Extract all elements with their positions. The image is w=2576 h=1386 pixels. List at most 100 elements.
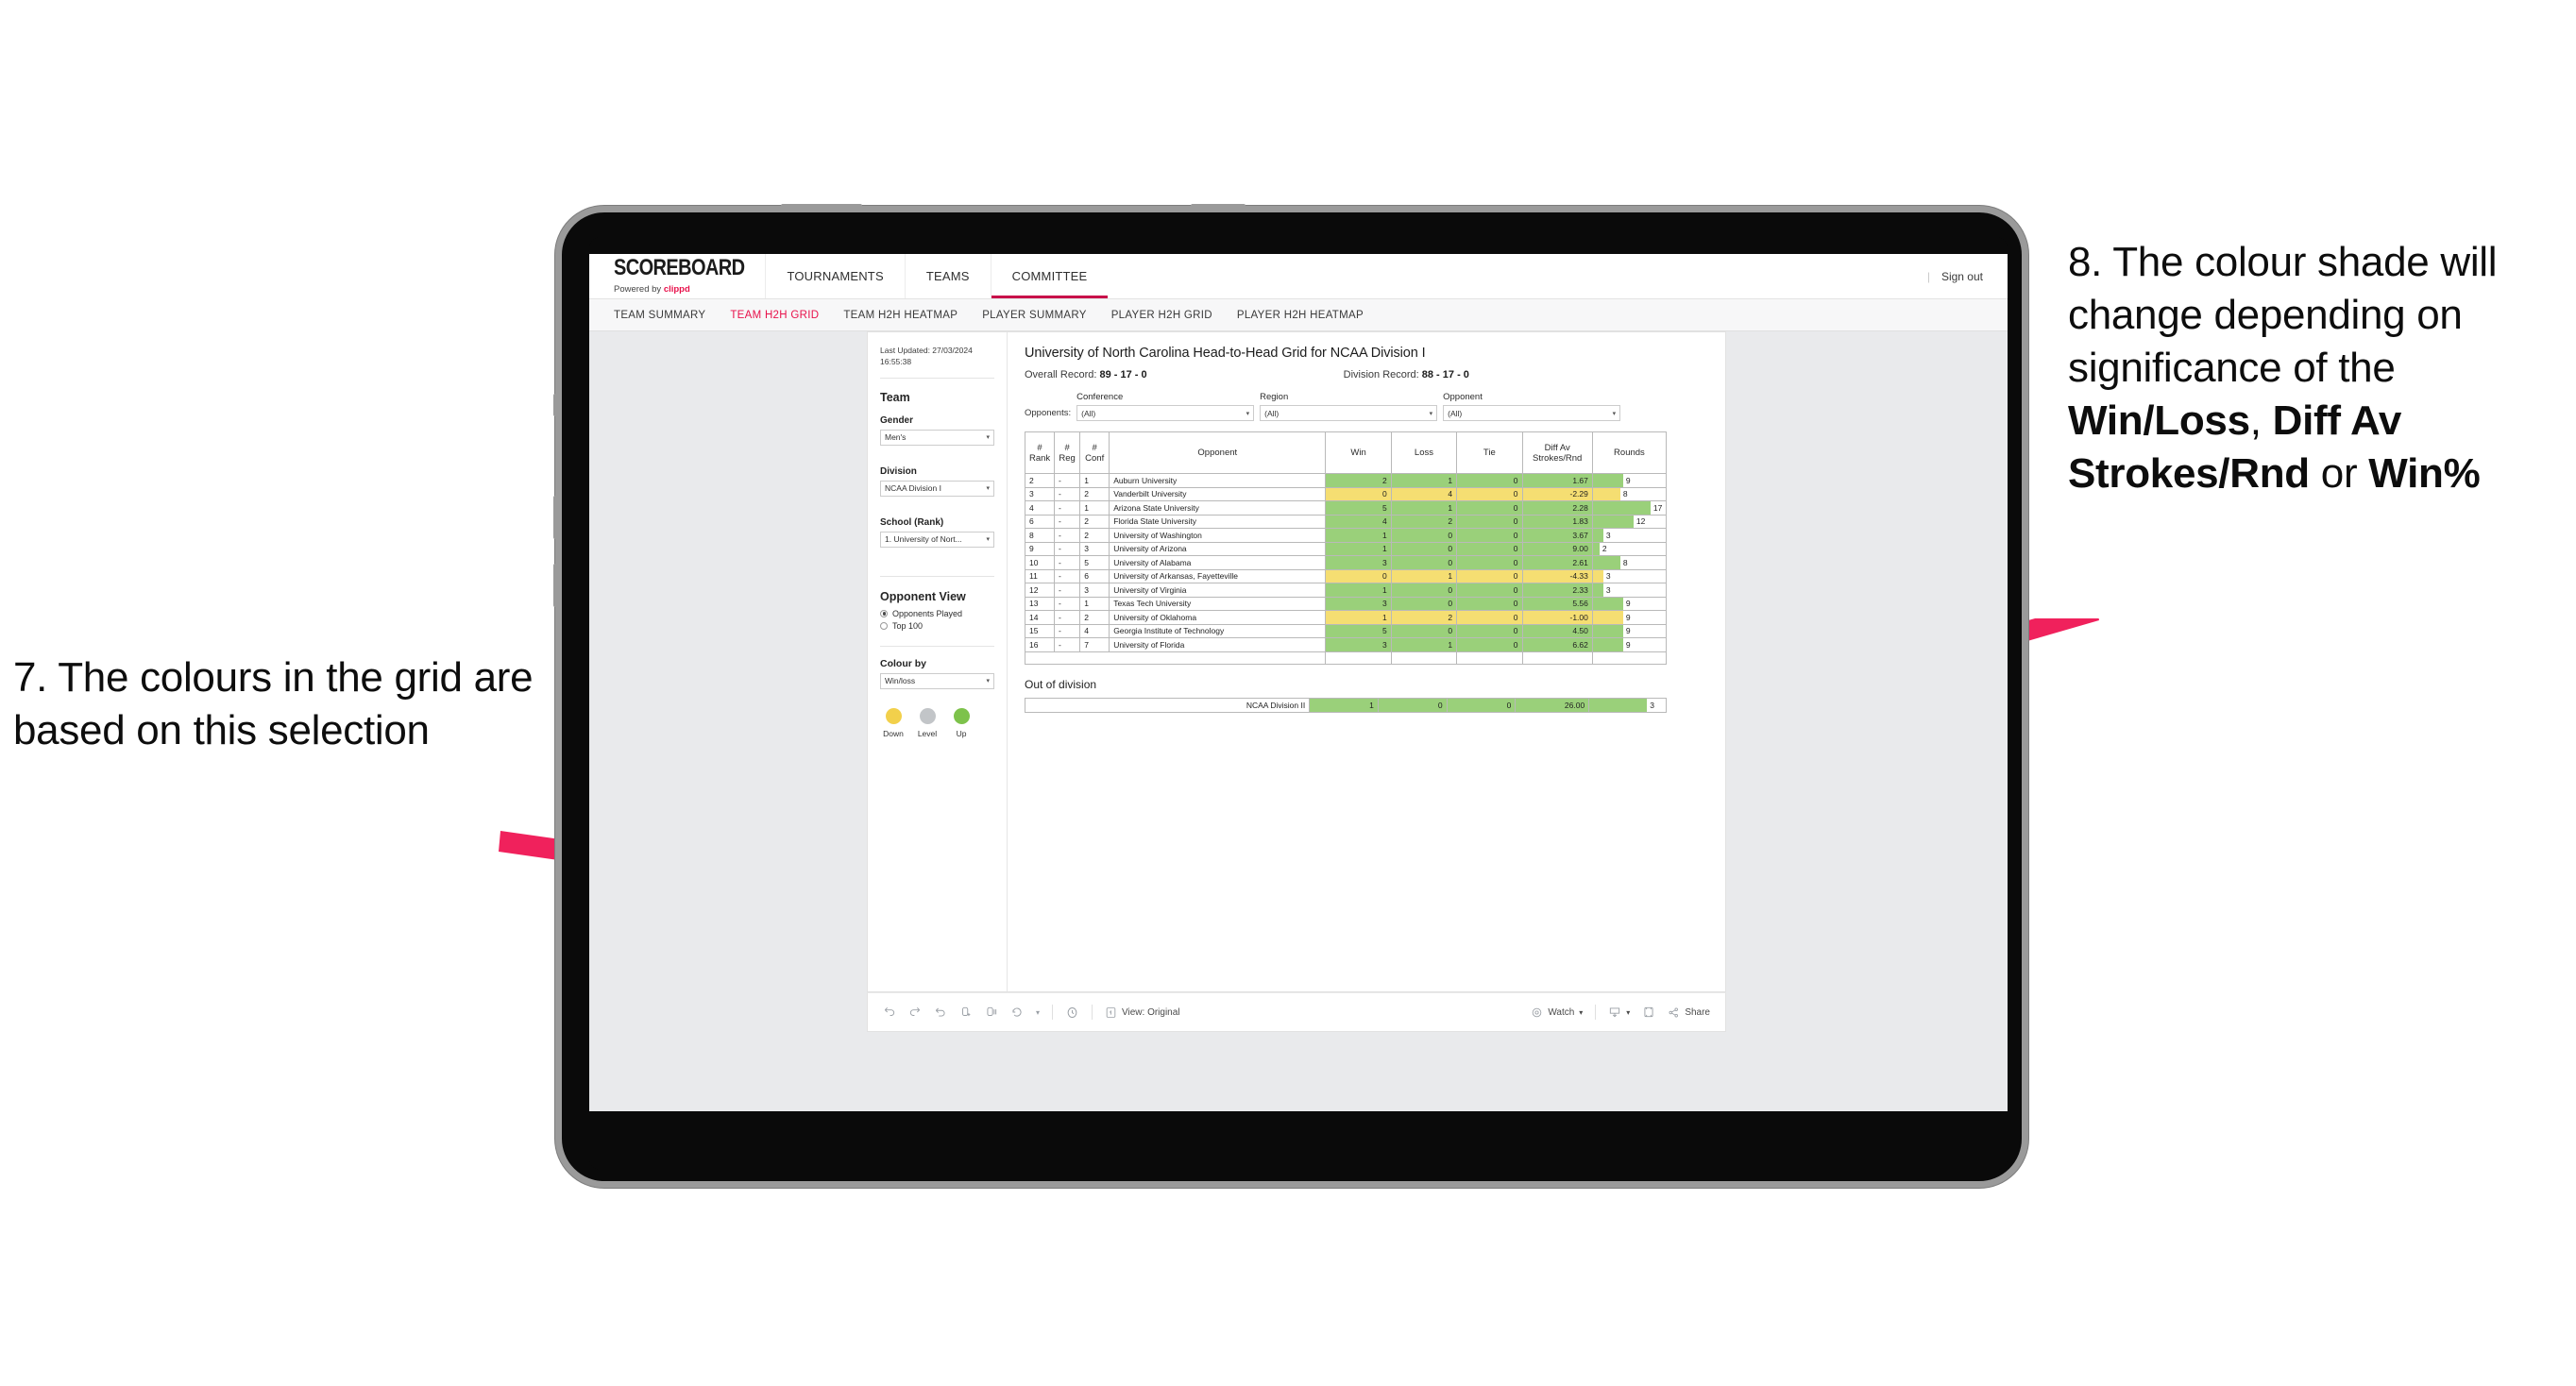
table-row[interactable]: 10-5 University of Alabama 3 0 0 2.61 8 [1025,555,1668,570]
rounds-bar [1592,501,1651,515]
volume-down-button[interactable] [553,564,561,607]
cell-conf: 1 [1079,596,1110,611]
clock-icon[interactable] [1065,1006,1079,1020]
overall-record-value: 89 - 17 - 0 [1099,369,1147,380]
rounds-bar [1592,624,1623,637]
colour-by-select[interactable]: Win/loss ▾ [880,672,994,689]
radio-top-100[interactable]: Top 100 [880,621,994,631]
last-updated-text: Last Updated: 27/03/2024 16:55:38 [880,346,973,366]
cell-diff: 5.56 [1521,596,1593,611]
header-right: | Sign out [1927,254,2008,298]
table-row[interactable]: 12-3 University of Virginia 1 0 0 2.33 3 [1025,583,1668,598]
opponent-filters-row: Opponents: Conference (All) ▾ Region (Al… [1025,392,1710,421]
view-original-label: View: Original [1122,1006,1180,1018]
table-row[interactable]: 2-1 Auburn University 2 1 0 1.67 9 [1025,473,1668,488]
cell-rounds: 3 [1591,583,1668,598]
cell-reg: - [1053,637,1081,652]
subnav-team-h2h-heatmap[interactable]: TEAM H2H HEATMAP [843,310,958,321]
watch-button[interactable]: Watch ▾ [1531,1006,1583,1019]
cell-diff: -1.00 [1521,610,1593,625]
cell-win: 0 [1325,486,1392,501]
visualization-card: Last Updated: 27/03/2024 16:55:38 Team G… [867,331,1726,992]
view-original-button[interactable]: View: Original [1105,1006,1180,1019]
cell-loss: 0 [1390,623,1458,638]
header-divider: | [1926,269,1930,283]
cell-conf: 3 [1079,583,1110,598]
tablet-device-frame: SCOREBOARD Powered by clippd TOURNAMENTS… [553,204,2028,1188]
side-button-1[interactable] [553,394,561,416]
cell-conf: 2 [1079,514,1110,529]
cell-diff: 2.33 [1521,583,1593,598]
annotation-8-bold-winloss: Win/Loss [2068,397,2250,444]
fullscreen-icon[interactable] [1642,1006,1655,1019]
cell-loss: 0 [1390,583,1458,598]
cell-win: 1 [1325,610,1392,625]
conference-select[interactable]: (All) ▾ [1076,405,1255,421]
redo-icon[interactable] [908,1006,922,1019]
volume-up-button[interactable] [553,496,561,539]
spacer-win [1325,651,1392,665]
cell-loss: 4 [1390,486,1458,501]
cell-diff: -4.33 [1521,568,1593,583]
viz-title: University of North Carolina Head-to-Hea… [1025,346,1426,361]
region-value: (All) [1264,408,1280,418]
table-header-row: # Rank # Reg # Conf Opponent Win Loss Tie D… [1025,431,1668,474]
table-row[interactable]: 14-2 University of Oklahoma 1 2 0 -1.00 9 [1025,610,1668,625]
conference-value: (All) [1081,408,1096,418]
cell-rank: 15 [1025,623,1055,638]
table-row[interactable]: 11-6 University of Arkansas, Fayetteville… [1025,568,1668,583]
subnav-team-summary[interactable]: TEAM SUMMARY [614,310,705,321]
top-button[interactable] [1191,204,1246,211]
region-select[interactable]: (All) ▾ [1260,405,1438,421]
nav-tournaments[interactable]: TOURNAMENTS [765,254,904,298]
toolbar-divider-1 [1052,1005,1054,1020]
share-button[interactable]: Share [1668,1006,1710,1019]
subnav-team-h2h-grid[interactable]: TEAM H2H GRID [730,310,819,321]
chevron-down-icon: ▾ [1626,1007,1631,1017]
nav-teams[interactable]: TEAMS [904,254,991,298]
gender-select[interactable]: Men's ▾ [880,429,994,446]
undo-icon[interactable] [883,1006,896,1019]
colour-by-label: Colour by [880,657,926,669]
zoom-icon[interactable] [1010,1006,1024,1019]
table-row[interactable]: 9-3 University of Arizona 1 0 0 9.00 2 [1025,541,1668,556]
cell-loss: 0 [1390,555,1458,570]
table-row[interactable]: 8-2 University of Washington 1 0 0 3.67 3 [1025,528,1668,543]
opponent-select[interactable]: (All) ▾ [1443,405,1621,421]
table-row[interactable]: 15-4 Georgia Institute of Technology 5 0 0 4.… [1025,623,1668,638]
table-row[interactable]: 3-2 Vanderbilt University 0 4 0 -2.29 8 [1025,486,1668,501]
refresh-icon[interactable] [959,1006,973,1019]
cell-rounds: 17 [1591,500,1668,516]
cell-rank: 3 [1025,486,1055,501]
nav-committee[interactable]: COMMITTEE [990,254,1109,298]
division-select[interactable]: NCAA Division I ▾ [880,480,994,497]
subnav-player-h2h-grid[interactable]: PLAYER H2H GRID [1111,310,1212,321]
school-select[interactable]: 1. University of Nort... ▾ [880,531,994,548]
sign-out-link[interactable]: Sign out [1941,270,1983,283]
cell-tie: 0 [1456,541,1523,556]
pause-icon[interactable] [985,1006,998,1019]
radio-top-100-label: Top 100 [892,620,924,631]
cell-rank: 6 [1025,514,1055,529]
cell-loss: 0 [1390,528,1458,543]
cell-win: 5 [1325,500,1392,516]
table-row[interactable]: 6-2 Florida State University 4 2 0 1.83 12 [1025,514,1668,529]
table-row[interactable]: 4-1 Arizona State University 5 1 0 2.28 17 [1025,500,1668,516]
download-button[interactable]: ▾ [1608,1006,1630,1019]
cell-reg: - [1053,555,1081,570]
cell-rank: 13 [1025,596,1055,611]
cell-rank: 10 [1025,555,1055,570]
col-rank: # Rank [1025,431,1055,474]
radio-opponents-played[interactable]: Opponents Played [880,609,994,618]
cell-conf: 7 [1079,637,1110,652]
table-row[interactable]: 16-7 University of Florida 3 1 0 6.62 9 [1025,637,1668,652]
cell-tie: 0 [1456,583,1523,598]
chevron-down-icon: ▾ [986,536,990,544]
subnav-player-summary[interactable]: PLAYER SUMMARY [982,310,1087,321]
revert-icon[interactable] [934,1006,947,1019]
cell-rank: 9 [1025,541,1055,556]
table-row[interactable]: 13-1 Texas Tech University 3 0 0 5.56 9 [1025,596,1668,611]
legend-item-up: Up [950,707,973,738]
subnav-player-h2h-heatmap[interactable]: PLAYER H2H HEATMAP [1237,310,1364,321]
chevron-down-icon[interactable]: ▾ [1036,1008,1040,1017]
